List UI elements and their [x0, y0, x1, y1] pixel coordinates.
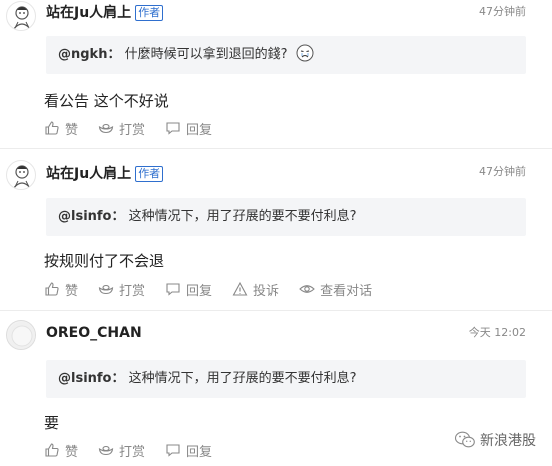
reply-label: 回复 — [186, 122, 213, 138]
comment-body: 看公告 这个不好说 — [44, 92, 169, 110]
comment-actions: 赞 打赏 回复 — [44, 119, 232, 138]
default-avatar-icon — [8, 322, 35, 349]
quoted-comment: @lsinfo： 这种情况下，用了孖展的要不要付利息? — [46, 360, 526, 398]
author-badge: 作者 — [135, 166, 164, 182]
report-label: 投诉 — [253, 283, 280, 299]
reply-button[interactable]: 回复 — [165, 119, 212, 138]
quote-text: 这种情况下，用了孖展的要不要付利息? — [128, 209, 357, 224]
username-text: 站在Ju人肩上 — [46, 166, 132, 182]
wechat-icon — [454, 431, 475, 448]
reply-button[interactable]: 回复 — [165, 441, 212, 460]
comment-body: 要 — [44, 414, 60, 432]
tip-label: 打赏 — [119, 122, 146, 138]
quote-text: 这种情况下，用了孖展的要不要付利息? — [128, 371, 357, 386]
ingot-icon — [98, 123, 114, 134]
speech-bubble-icon — [166, 444, 180, 457]
avatar[interactable] — [6, 1, 36, 31]
quote-user[interactable]: @ngkh： — [58, 47, 120, 62]
comment-actions: 赞 打赏 回复 — [44, 441, 232, 460]
view-conversation-button[interactable]: 查看对话 — [299, 280, 372, 299]
tip-button[interactable]: 打赏 — [98, 441, 145, 460]
cartoon-avatar-icon — [12, 6, 32, 30]
author-badge: 作者 — [135, 5, 164, 21]
like-button[interactable]: 赞 — [44, 441, 78, 460]
thumbs-up-icon — [45, 282, 59, 296]
like-label: 赞 — [65, 122, 79, 138]
like-button[interactable]: 赞 — [44, 119, 78, 138]
ingot-icon — [98, 445, 114, 456]
tip-button[interactable]: 打赏 — [98, 280, 145, 299]
quote-user[interactable]: @lsinfo： — [58, 209, 125, 224]
like-label: 赞 — [65, 444, 79, 460]
tip-label: 打赏 — [119, 283, 146, 299]
timestamp: 今天 12:02 — [468, 326, 526, 339]
avatar[interactable] — [6, 320, 36, 350]
comment-actions: 赞 打赏 回复 投诉 查看对话 — [44, 280, 392, 299]
divider — [0, 310, 552, 311]
tip-button[interactable]: 打赏 — [98, 119, 145, 138]
watermark-text: 新浪港股 — [480, 433, 536, 449]
cartoon-avatar-icon — [12, 165, 32, 189]
avatar[interactable] — [6, 160, 36, 190]
watermark: 新浪港股 — [454, 430, 536, 450]
reply-button[interactable]: 回复 — [165, 280, 212, 299]
quoted-comment: @lsinfo： 这种情况下，用了孖展的要不要付利息? — [46, 198, 526, 236]
timestamp: 47分钟前 — [479, 5, 526, 18]
crying-emoji-icon — [296, 44, 314, 62]
speech-bubble-icon — [166, 283, 180, 296]
username[interactable]: 站在Ju人肩上 作者 — [46, 163, 164, 183]
speech-bubble-icon — [166, 122, 180, 135]
view-conversation-label: 查看对话 — [320, 283, 373, 299]
quote-text: 什麼時候可以拿到退回的錢? — [124, 47, 288, 62]
comment-body: 按规则付了不会退 — [44, 252, 165, 270]
thumbs-up-icon — [45, 443, 59, 457]
ingot-icon — [98, 284, 114, 295]
quote-user[interactable]: @lsinfo： — [58, 371, 125, 386]
like-label: 赞 — [65, 283, 79, 299]
report-button[interactable]: 投诉 — [232, 280, 279, 299]
reply-label: 回复 — [186, 444, 213, 460]
thumbs-up-icon — [45, 121, 59, 135]
quoted-comment: @ngkh： 什麼時候可以拿到退回的錢? — [46, 36, 526, 74]
username[interactable]: OREO_CHAN — [46, 325, 142, 341]
eye-icon — [299, 285, 315, 293]
divider — [0, 148, 552, 149]
username[interactable]: 站在Ju人肩上 作者 — [46, 2, 164, 22]
reply-label: 回复 — [186, 283, 213, 299]
timestamp: 47分钟前 — [479, 165, 526, 178]
tip-label: 打赏 — [119, 444, 146, 460]
warning-icon — [232, 281, 248, 296]
like-button[interactable]: 赞 — [44, 280, 78, 299]
username-text: 站在Ju人肩上 — [46, 5, 132, 21]
